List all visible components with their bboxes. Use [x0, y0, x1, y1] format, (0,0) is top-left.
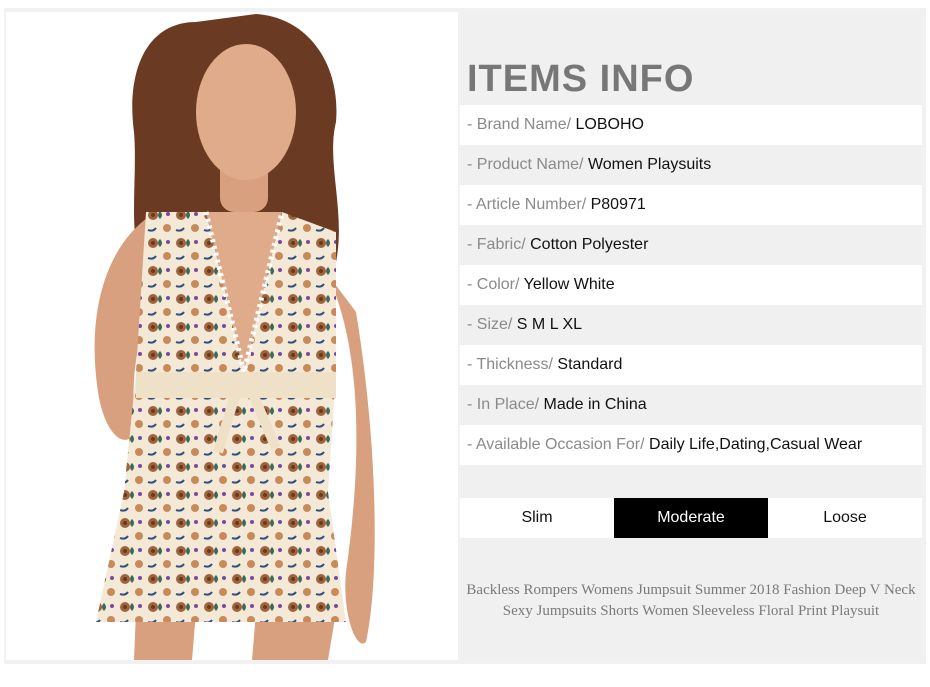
description-line-1: Backless Rompers Womens Jumpsuit Summer …	[466, 582, 916, 598]
row-label: - Color/	[467, 276, 524, 293]
items-info-title: ITEMS INFO	[467, 58, 695, 100]
fit-selector: Slim Moderate Loose	[460, 498, 922, 538]
row-value: Cotton Polyester	[530, 236, 649, 253]
row-value: Women Playsuits	[587, 156, 712, 173]
row-label: - Size/	[467, 316, 517, 333]
row-label: - Thickness/	[467, 356, 558, 373]
row-label: - Fabric/	[467, 236, 531, 253]
row-label: - Available Occasion For/	[467, 436, 650, 453]
info-row-article-number: - Article Number/ P80971	[460, 185, 922, 225]
row-value: LOBOHO	[575, 116, 644, 133]
info-row-fabric: - Fabric/ Cotton Polyester	[460, 225, 922, 265]
row-value: P80971	[590, 196, 646, 213]
row-value: S M L XL	[516, 316, 583, 333]
info-row-size: - Size/ S M L XL	[460, 305, 922, 345]
product-photo	[6, 12, 458, 660]
description-line-2: Sexy Jumpsuits Shorts Women Sleeveless F…	[502, 603, 880, 619]
fit-option-moderate[interactable]: Moderate	[614, 498, 768, 538]
row-value: Yellow White	[523, 276, 615, 293]
fit-option-loose[interactable]: Loose	[768, 498, 922, 538]
items-info-panel: ITEMS INFO - Brand Name/ LOBOHO - Produc…	[460, 12, 922, 660]
info-row-in-place: - In Place/ Made in China	[460, 385, 922, 425]
row-value: Made in China	[543, 396, 647, 413]
row-value: Daily Life,Dating,Casual Wear	[649, 436, 863, 453]
info-row-thickness: - Thickness/ Standard	[460, 345, 922, 385]
row-label: - In Place/	[467, 396, 544, 413]
face-shape	[196, 44, 296, 180]
info-list: - Brand Name/ LOBOHO - Product Name/ Wom…	[460, 105, 922, 465]
row-label: - Article Number/	[467, 196, 591, 213]
info-row-product-name: - Product Name/ Women Playsuits	[460, 145, 922, 185]
product-description: Backless Rompers Womens Jumpsuit Summer …	[460, 580, 922, 622]
info-row-occasion: - Available Occasion For/ Daily Life,Dat…	[460, 425, 922, 465]
row-label: - Brand Name/	[467, 116, 576, 133]
fit-option-slim[interactable]: Slim	[460, 498, 614, 538]
model-illustration	[94, 14, 375, 660]
info-row-brand: - Brand Name/ LOBOHO	[460, 105, 922, 145]
row-label: - Product Name/	[467, 156, 588, 173]
info-row-color: - Color/ Yellow White	[460, 265, 922, 305]
row-value: Standard	[557, 356, 623, 373]
